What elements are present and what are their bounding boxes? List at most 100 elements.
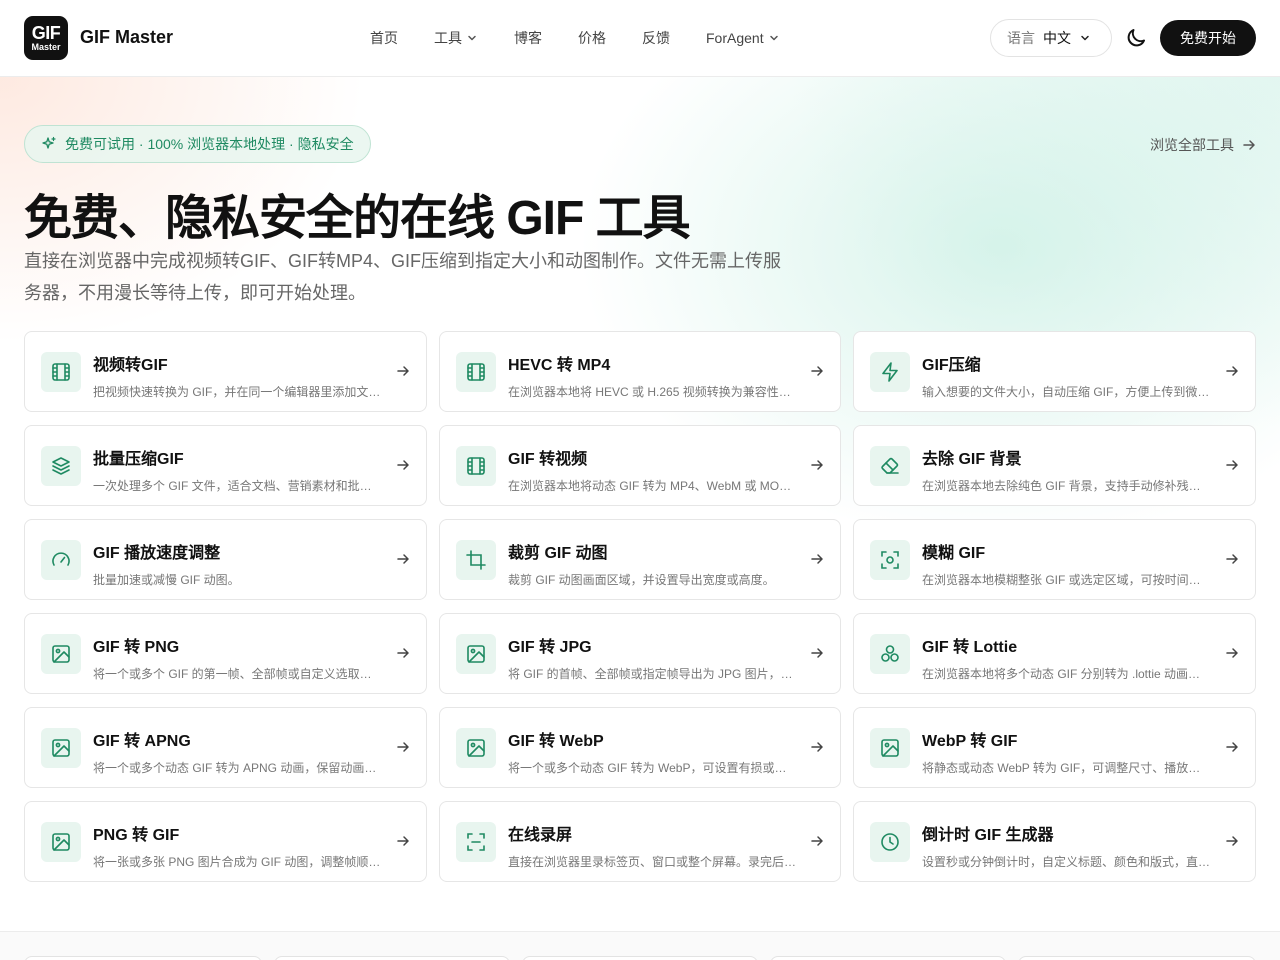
arrow-right-icon bbox=[811, 366, 823, 376]
crop-icon bbox=[466, 550, 486, 570]
brand-name[interactable]: GIF Master bbox=[80, 27, 173, 48]
arrow-right-icon bbox=[1226, 460, 1238, 470]
tool-description: 将一个或多个 GIF 的第一帧、全部帧或自定义选取的… bbox=[93, 667, 383, 681]
tool-title: 去除 GIF 背景 bbox=[922, 451, 1022, 468]
tool-description: 裁剪 GIF 动图画面区域，并设置导出宽度或高度。 bbox=[508, 573, 775, 587]
get-started-button[interactable]: 免费开始 bbox=[1160, 20, 1256, 56]
tool-card[interactable]: GIF 转 WebP 将一个或多个动态 GIF 转为 WebP，可设置有损或… bbox=[439, 707, 841, 788]
main-nav: 首页 工具 博客 价格 反馈 ForAgent bbox=[370, 28, 816, 48]
tool-icon-box bbox=[41, 822, 81, 862]
nav-item-4[interactable]: 反馈 bbox=[642, 28, 670, 48]
language-label: 语言 bbox=[1007, 30, 1035, 46]
gauge-icon bbox=[52, 552, 70, 566]
tool-card[interactable]: GIF 转 JPG 将 GIF 的首帧、全部帧或指定帧导出为 JPG 图片，… bbox=[439, 613, 841, 694]
film-icon bbox=[467, 363, 485, 381]
browse-all-label: 浏览全部工具 bbox=[1150, 137, 1234, 153]
page-subtitle: 直接在浏览器中完成视频转GIF、GIF转MP4、GIF压缩到指定大小和动图制作。… bbox=[24, 251, 781, 303]
tool-card[interactable]: 在线录屏 直接在浏览器里录标签页、窗口或整个屏幕。录完后… bbox=[439, 801, 841, 882]
hero-badge-text: 免费可试用 · 100% 浏览器本地处理 · 隐私安全 bbox=[65, 136, 354, 152]
nav-item-label: 工具 bbox=[434, 30, 462, 46]
tool-card[interactable]: GIF 播放速度调整 批量加速或减慢 GIF 动图。 bbox=[24, 519, 427, 600]
hero-badge: 免费可试用 · 100% 浏览器本地处理 · 隐私安全 bbox=[24, 125, 371, 163]
tool-title: GIF 转 JPG bbox=[508, 639, 592, 656]
tool-text: 在线录屏 直接在浏览器里录标签页、窗口或整个屏幕。录完后… bbox=[508, 821, 798, 870]
nav-item-2[interactable]: 博客 bbox=[514, 28, 542, 48]
tool-card[interactable]: PNG 转 GIF 将一张或多张 PNG 图片合成为 GIF 动图，调整帧顺… bbox=[24, 801, 427, 882]
language-selector[interactable]: 语言 中文 bbox=[990, 19, 1112, 57]
placeholder-card bbox=[522, 956, 758, 960]
tool-title: GIF 转 PNG bbox=[93, 639, 180, 656]
nav-item-0[interactable]: 首页 bbox=[370, 28, 398, 48]
tool-icon-box bbox=[456, 352, 496, 392]
tool-text: GIF 转视频在浏览器本地将动态 GIF 转为 MP4、WebM 或 MO… bbox=[508, 445, 798, 494]
tool-icon-box bbox=[41, 634, 81, 674]
moon-icon[interactable] bbox=[1124, 26, 1148, 50]
tool-card[interactable]: 去除 GIF 背景 在浏览器本地去除纯色 GIF 背景，支持手动修补残留… bbox=[853, 425, 1256, 506]
arrow-right-icon bbox=[811, 648, 823, 658]
site-header: GIF Master GIF Master 首页 工具 博客 价格 反馈 ForAgent… bbox=[0, 0, 1280, 77]
tool-title: WebP 转 GIF bbox=[922, 733, 1018, 750]
tool-card[interactable]: GIF 转 APNG 将一个或多个动态 GIF 转为 APNG 动画，保留动画… bbox=[24, 707, 427, 788]
tool-text: 批量压缩GIF 一次处理多个 GIF 文件，适合文档、营销素材和批量… bbox=[93, 445, 383, 494]
browse-all-tools-link[interactable]: 浏览全部工具 bbox=[1150, 135, 1256, 155]
nav-item-label: 价格 bbox=[578, 30, 606, 46]
arrow-right-icon bbox=[1226, 742, 1238, 752]
arrow-right-icon bbox=[397, 554, 409, 564]
tool-text: 模糊 GIF 在浏览器本地模糊整张 GIF 或选定区域，可按时间隐… bbox=[922, 539, 1212, 588]
tool-title: 模糊 GIF bbox=[922, 545, 986, 562]
tool-description: 批量加速或减慢 GIF 动图。 bbox=[93, 573, 240, 587]
tool-title: 裁剪 GIF 动图 bbox=[508, 545, 608, 562]
arrow-right-icon bbox=[1226, 836, 1238, 846]
tool-text: WebP 转 GIF 将静态或动态 WebP 转为 GIF，可调整尺寸、播放… bbox=[922, 727, 1212, 776]
tool-text: 裁剪 GIF 动图裁剪 GIF 动图画面区域，并设置导出宽度或高度。 bbox=[508, 539, 798, 588]
tool-text: HEVC 转 MP4 在浏览器本地将 HEVC 或 H.265 视频转换为兼容性… bbox=[508, 351, 798, 400]
nav-item-label: 反馈 bbox=[642, 30, 670, 46]
nav-item-1[interactable]: 工具 bbox=[434, 28, 478, 48]
tool-title: HEVC 转 MP4 bbox=[508, 357, 611, 374]
tool-description: 将一张或多张 PNG 图片合成为 GIF 动图，调整帧顺… bbox=[93, 855, 381, 869]
tool-icon-box bbox=[456, 540, 496, 580]
tool-card[interactable]: HEVC 转 MP4 在浏览器本地将 HEVC 或 H.265 视频转换为兼容性… bbox=[439, 331, 841, 412]
tool-card[interactable]: WebP 转 GIF 将静态或动态 WebP 转为 GIF，可调整尺寸、播放… bbox=[853, 707, 1256, 788]
arrow-right-icon bbox=[397, 648, 409, 658]
logo[interactable]: GIF Master bbox=[24, 16, 68, 60]
tool-card[interactable]: GIF 转 Lottie 在浏览器本地将多个动态 GIF 分别转为 .lottie… bbox=[853, 613, 1256, 694]
language-value: 中文 bbox=[1043, 30, 1071, 46]
tool-card[interactable]: GIF 转 PNG 将一个或多个 GIF 的第一帧、全部帧或自定义选取的… bbox=[24, 613, 427, 694]
nav-item-label: 首页 bbox=[370, 30, 398, 46]
placeholder-card bbox=[1018, 956, 1256, 960]
logo-subtext: Master bbox=[31, 42, 61, 52]
tool-icon-box bbox=[456, 822, 496, 862]
page-title: 免费、隐私安全的在线 GIF 工具 bbox=[24, 192, 691, 245]
bolt-icon bbox=[882, 362, 898, 382]
tool-card[interactable]: GIF 转视频在浏览器本地将动态 GIF 转为 MP4、WebM 或 MO… bbox=[439, 425, 841, 506]
tool-description: 将一个或多个动态 GIF 转为 WebP，可设置有损或… bbox=[508, 761, 787, 775]
tool-icon-box bbox=[870, 352, 910, 392]
tools-grid: 视频转GIF 把视频快速转换为 GIF，并在同一个编辑器里添加文… HEVC 转 M… bbox=[24, 331, 1256, 882]
tool-title: GIF 转视频 bbox=[508, 451, 588, 468]
image-icon bbox=[52, 739, 70, 757]
tool-card[interactable]: 裁剪 GIF 动图裁剪 GIF 动图画面区域，并设置导出宽度或高度。 bbox=[439, 519, 841, 600]
tool-description: 在浏览器本地将动态 GIF 转为 MP4、WebM 或 MO… bbox=[508, 479, 792, 493]
image-icon bbox=[52, 645, 70, 663]
tool-card[interactable]: 模糊 GIF 在浏览器本地模糊整张 GIF 或选定区域，可按时间隐… bbox=[853, 519, 1256, 600]
nav-item-3[interactable]: 价格 bbox=[578, 28, 606, 48]
nav-item-5[interactable]: ForAgent bbox=[706, 28, 780, 48]
tool-card[interactable]: 视频转GIF 把视频快速转换为 GIF，并在同一个编辑器里添加文… bbox=[24, 331, 427, 412]
image-icon bbox=[467, 645, 485, 663]
tool-text: 去除 GIF 背景 在浏览器本地去除纯色 GIF 背景，支持手动修补残留… bbox=[922, 445, 1212, 494]
image-icon bbox=[467, 739, 485, 757]
tool-card[interactable]: 批量压缩GIF 一次处理多个 GIF 文件，适合文档、营销素材和批量… bbox=[24, 425, 427, 506]
sparkles-icon bbox=[42, 136, 56, 149]
tool-icon-box bbox=[456, 446, 496, 486]
tool-icon-box bbox=[870, 728, 910, 768]
arrow-right-icon bbox=[397, 742, 409, 752]
tool-title: 视频转GIF bbox=[93, 357, 168, 374]
film-icon bbox=[52, 363, 70, 381]
tool-text: GIF 转 PNG 将一个或多个 GIF 的第一帧、全部帧或自定义选取的… bbox=[93, 633, 383, 682]
tool-card[interactable]: 倒计时 GIF 生成器 设置秒或分钟倒计时，自定义标题、颜色和版式，直… bbox=[853, 801, 1256, 882]
tool-card[interactable]: GIF压缩 输入想要的文件大小，自动压缩 GIF，方便上传到微… bbox=[853, 331, 1256, 412]
tool-icon-box bbox=[41, 728, 81, 768]
tool-title: 批量压缩GIF bbox=[93, 451, 184, 468]
tool-title: GIF压缩 bbox=[922, 357, 981, 374]
